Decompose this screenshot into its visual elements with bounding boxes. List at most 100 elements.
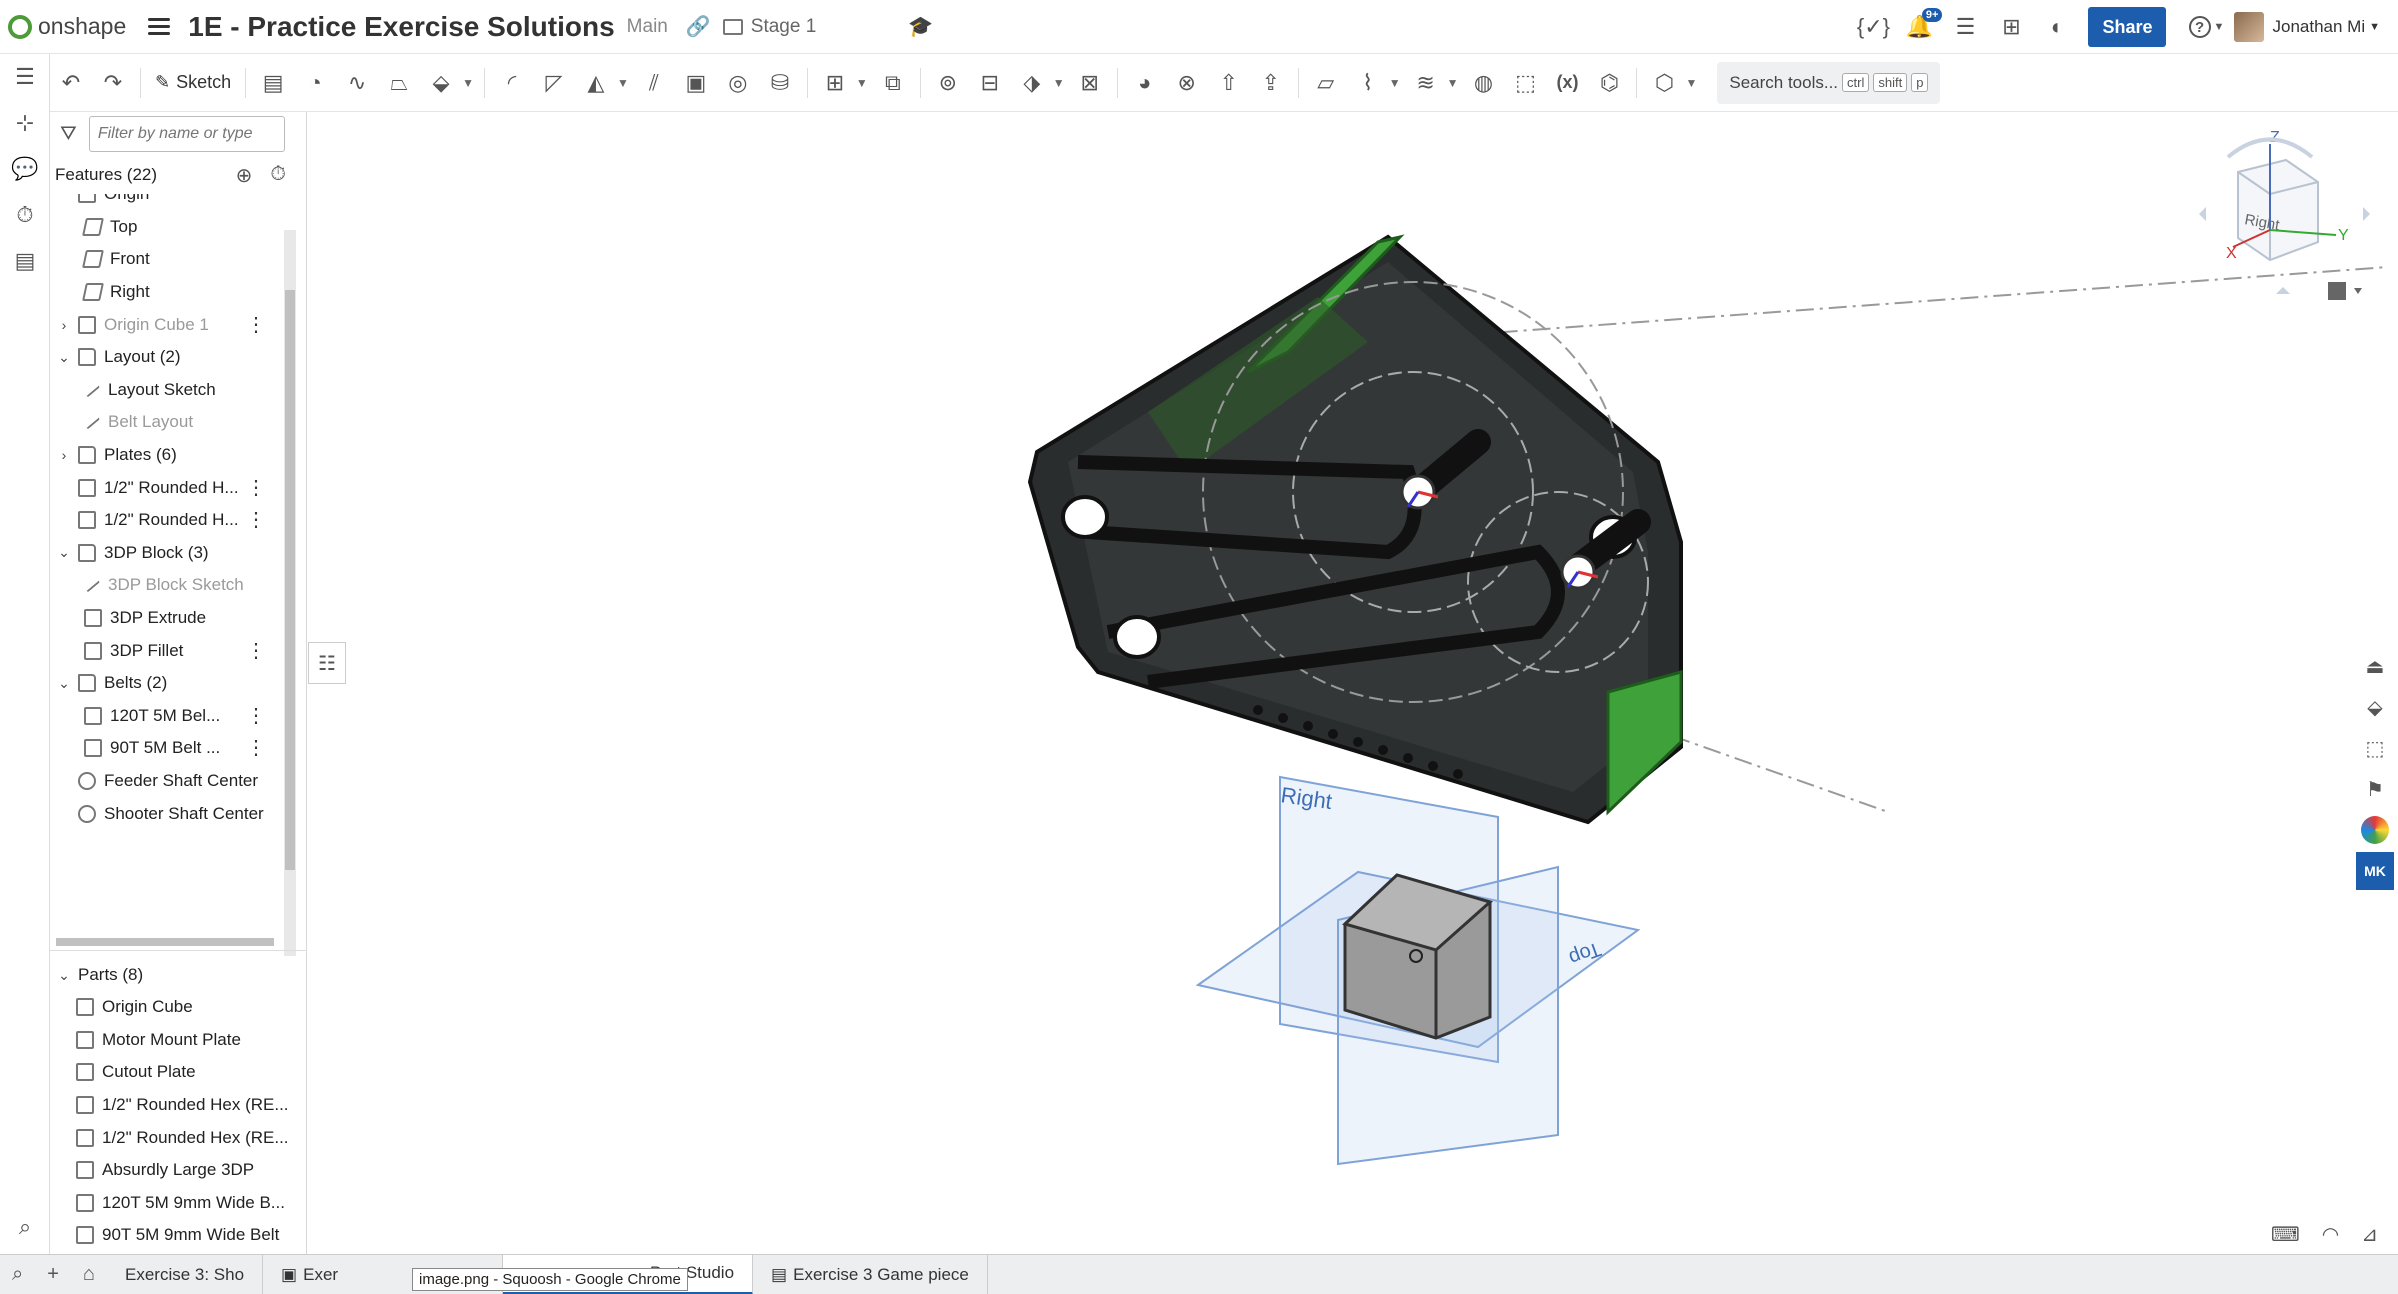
- document-list-icon[interactable]: ☰: [1948, 10, 1982, 44]
- part-list-item[interactable]: 90T 5M 9mm Wide Belt: [50, 1219, 307, 1252]
- view-options-icon[interactable]: [2328, 282, 2362, 300]
- loft-icon[interactable]: ⏢: [382, 66, 416, 100]
- transform-icon[interactable]: ⬗: [1015, 66, 1049, 100]
- document-title[interactable]: 1E - Practice Exercise Solutions: [188, 11, 614, 43]
- move-face-icon[interactable]: ⇧: [1212, 66, 1246, 100]
- mkcad-app-icon[interactable]: MK: [2356, 852, 2394, 890]
- part-list-item[interactable]: 120T 5M 9mm Wide B...: [50, 1187, 307, 1220]
- feature-tree-item[interactable]: 1/2" Rounded H... ⋮: [50, 471, 306, 504]
- sketch-button[interactable]: ✎ Sketch: [147, 72, 239, 93]
- thicken-icon[interactable]: ⬙: [424, 66, 458, 100]
- tab-exercise-3-game-piece[interactable]: ▤ Exercise 3 Game piece: [753, 1254, 988, 1294]
- section-view-icon[interactable]: ⊿: [2361, 1222, 2378, 1247]
- frames-icon[interactable]: ⌬: [1592, 66, 1626, 100]
- home-icon[interactable]: ⌂: [71, 1263, 107, 1286]
- search-tools-button[interactable]: Search tools... ctrl shift p: [1717, 61, 1941, 104]
- hole-icon[interactable]: ◎: [721, 66, 755, 100]
- filter-input[interactable]: [88, 116, 285, 152]
- parts-header[interactable]: ⌄ Parts (8): [50, 959, 307, 991]
- more-options-icon[interactable]: ⋮: [246, 315, 266, 335]
- feature-tree-item[interactable]: ⌄ 3DP Block (3): [50, 537, 306, 570]
- notifications-icon[interactable]: 🔔 9+: [1902, 8, 1943, 44]
- feature-tree-item[interactable]: Front: [50, 243, 306, 276]
- helix-icon[interactable]: ⌇: [1351, 66, 1385, 100]
- chevron-icon[interactable]: ⌄: [56, 544, 72, 561]
- part-list-item[interactable]: Absurdly Large 3DP: [50, 1154, 307, 1187]
- sweep-icon[interactable]: ∿: [340, 66, 374, 100]
- color-panel-icon[interactable]: [2361, 816, 2389, 844]
- pattern-icon[interactable]: ⊞: [818, 66, 852, 100]
- feature-tree-item[interactable]: Feeder Shaft Center: [50, 765, 306, 798]
- undo-icon[interactable]: ↶: [54, 66, 88, 100]
- feature-list-icon[interactable]: ☰: [0, 54, 50, 100]
- part-list-item[interactable]: Origin Cube: [50, 991, 307, 1024]
- filter-icon[interactable]: ⛛: [60, 123, 77, 146]
- stage-label[interactable]: Stage 1: [751, 16, 817, 38]
- revolve-icon[interactable]: ◔: [298, 66, 332, 100]
- rollback-timer-icon[interactable]: ⏱: [270, 163, 286, 188]
- parts-panel-icon[interactable]: ⬙: [2356, 688, 2394, 726]
- draft-icon[interactable]: ◭: [579, 66, 613, 100]
- insert-icon[interactable]: ⊹: [0, 100, 50, 146]
- custom-features-icon[interactable]: ⬡: [1647, 66, 1681, 100]
- feature-tree-item[interactable]: Shooter Shaft Center: [50, 797, 306, 830]
- user-menu[interactable]: Jonathan Mi ▼: [2234, 12, 2380, 42]
- cylinder-icon[interactable]: ⛁: [763, 66, 797, 100]
- feature-tree-item[interactable]: ⌄ Belts (2): [50, 667, 306, 700]
- feature-tree-item[interactable]: 1/2" Rounded H... ⋮: [50, 504, 306, 537]
- rib-icon[interactable]: ⫽: [637, 66, 671, 100]
- part-list-item[interactable]: Cutout Plate: [50, 1056, 307, 1089]
- properties-icon[interactable]: ▤: [0, 238, 50, 284]
- feature-tree-item[interactable]: › Plates (6): [50, 439, 306, 472]
- part-list-item[interactable]: 1/2" Rounded Hex (RE...: [50, 1089, 307, 1122]
- model-canvas[interactable]: Right Top Right Z X Y: [308, 112, 2398, 1254]
- fillet-icon[interactable]: ◜: [495, 66, 529, 100]
- chevron-icon[interactable]: ›: [56, 447, 72, 463]
- more-options-icon[interactable]: ⋮: [246, 478, 266, 498]
- part-list-item[interactable]: Motor Mount Plate: [50, 1024, 307, 1057]
- onshape-logo[interactable]: onshape: [8, 13, 126, 40]
- feature-tree-item[interactable]: Origin: [50, 194, 306, 211]
- comments-icon[interactable]: 💬: [0, 146, 50, 192]
- feature-tree-item[interactable]: 3DP Extrude: [50, 602, 306, 635]
- sheet-metal-icon[interactable]: ⬚: [1508, 66, 1542, 100]
- variables-panel-icon[interactable]: ⚑: [2356, 770, 2394, 808]
- chamfer-icon[interactable]: ◸: [537, 66, 571, 100]
- measure-icon[interactable]: ◠: [2322, 1222, 2339, 1247]
- learning-center-icon[interactable]: ◐: [2040, 10, 2074, 44]
- feature-tree-item[interactable]: Layout Sketch: [50, 374, 306, 407]
- curves-icon[interactable]: ≋: [1409, 66, 1443, 100]
- more-options-icon[interactable]: ⋮: [246, 641, 266, 661]
- feature-tree-item[interactable]: 90T 5M Belt ... ⋮: [50, 732, 306, 765]
- feature-tree-item[interactable]: ⌄ Layout (2): [50, 341, 306, 374]
- add-tab-icon[interactable]: +: [35, 1263, 71, 1286]
- mirror-icon[interactable]: ⧉: [876, 66, 910, 100]
- graphics-viewport[interactable]: ☷ Right Top Right Z X Y ⏏ ⬙ ⬚ ⚑ MK: [308, 112, 2398, 1254]
- more-options-icon[interactable]: ⋮: [246, 738, 266, 758]
- tab-exercise-3[interactable]: Exercise 3: Sho: [107, 1254, 264, 1294]
- search-history-icon[interactable]: ⌕: [0, 1204, 50, 1250]
- appearance-panel-icon[interactable]: ⏏: [2356, 647, 2394, 685]
- part-list-item[interactable]: 1/2" Rounded Hex (RE...: [50, 1121, 307, 1154]
- boolean-icon[interactable]: ⊚: [931, 66, 965, 100]
- display-states-icon[interactable]: ⌨: [2271, 1222, 2300, 1247]
- link-icon[interactable]: 🔗: [686, 14, 711, 39]
- app-store-icon[interactable]: ⊞: [1994, 10, 2028, 44]
- feature-tree-item[interactable]: 3DP Fillet ⋮: [50, 634, 306, 667]
- replace-face-icon[interactable]: ⇪: [1254, 66, 1288, 100]
- mate-connector-icon[interactable]: ◍: [1466, 66, 1500, 100]
- menu-icon[interactable]: [148, 18, 171, 35]
- more-options-icon[interactable]: ⋮: [246, 706, 266, 726]
- help-icon[interactable]: ? ▼: [2184, 10, 2228, 44]
- feature-tree-hscrollbar[interactable]: [56, 938, 274, 946]
- feature-tree-item[interactable]: 120T 5M Bel... ⋮: [50, 700, 306, 733]
- chevron-icon[interactable]: ›: [56, 317, 72, 333]
- shell-icon[interactable]: ▣: [679, 66, 713, 100]
- variable-icon[interactable]: (x): [1550, 66, 1584, 100]
- extrude-icon[interactable]: ▤: [256, 66, 290, 100]
- plane-icon[interactable]: ▱: [1309, 66, 1343, 100]
- chevron-icon[interactable]: ⌄: [56, 349, 72, 366]
- delete-face-icon[interactable]: ⊗: [1170, 66, 1204, 100]
- modify-fillet-icon[interactable]: ◕: [1128, 66, 1162, 100]
- share-button[interactable]: Share: [2088, 7, 2167, 47]
